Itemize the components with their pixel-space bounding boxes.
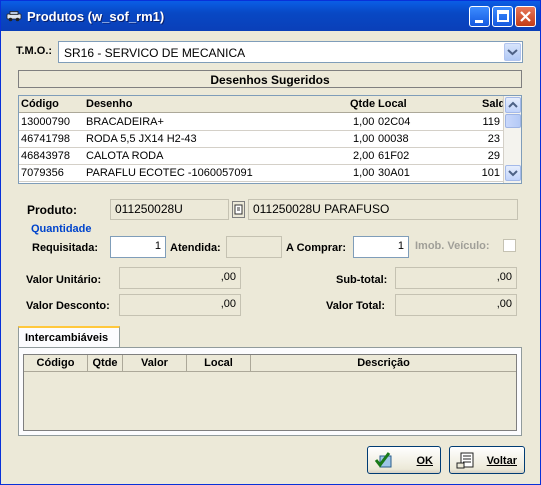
valor-unitario-label: Valor Unitário:	[26, 274, 102, 286]
table-row[interactable]: 13000790 BRACADEIRA+ 1,00 02C04 119	[19, 114, 504, 131]
tmo-label: T.M.O.:	[16, 45, 53, 57]
desenhos-grid[interactable]: Código Desenho Qtde Local Saldo 13000790…	[18, 95, 522, 184]
cell-qtde: 1,00	[353, 167, 375, 179]
valor-total-label: Valor Total:	[326, 300, 386, 312]
cell-qtde: 1,00	[353, 133, 375, 145]
col-descricao[interactable]: Descrição	[251, 357, 516, 369]
tmo-select[interactable]: SR16 - SERVICO DE MECANICA	[58, 41, 523, 63]
cell-desenho: RODA 5,5 JX14 H2-43	[86, 133, 197, 145]
minimize-icon	[475, 20, 483, 23]
voltar-button[interactable]: Voltar	[449, 446, 525, 474]
grid-scrollbar[interactable]	[503, 96, 521, 183]
dropdown-button[interactable]	[504, 43, 521, 61]
imob-veiculo-label: Imob. Veículo:	[415, 240, 490, 252]
scroll-thumb[interactable]	[505, 114, 521, 128]
col-desenho[interactable]: Desenho	[86, 98, 132, 110]
cell-local: 61F02	[378, 150, 410, 162]
cell-codigo: 46741798	[21, 133, 70, 145]
produto-description-field[interactable]: 011250028U PARAFUSO	[248, 199, 518, 220]
cell-desenho: BRACADEIRA+	[86, 116, 164, 128]
ok-button[interactable]: OK	[367, 446, 441, 474]
cell-local: 30A01	[378, 167, 410, 179]
a-comprar-input[interactable]: 1	[353, 236, 409, 258]
requisitada-input[interactable]: 1	[110, 236, 166, 258]
lookup-icon	[234, 204, 243, 215]
cell-desenho: PARAFLU ECOTEC -1060057091	[86, 167, 253, 179]
title-bar[interactable]: Produtos (w_sof_rm1)	[1, 1, 540, 31]
col-qtde[interactable]: Qtde	[350, 98, 375, 110]
valor-unitario-field[interactable]: ,00	[119, 267, 241, 289]
col-codigo[interactable]: Código	[24, 357, 87, 369]
a-comprar-label: A Comprar:	[286, 242, 347, 254]
quantidade-label: Quantidade	[31, 223, 92, 235]
cell-local: 02C04	[378, 116, 411, 128]
col-qtde[interactable]: Qtde	[88, 357, 122, 369]
cell-qtde: 2,00	[353, 150, 375, 162]
cell-codigo: 46843978	[21, 150, 70, 162]
ok-label: OK	[416, 455, 434, 467]
chevron-down-icon	[507, 49, 518, 56]
tmo-value: SR16 - SERVICO DE MECANICA	[64, 46, 246, 60]
requisitada-label: Requisitada:	[32, 242, 99, 254]
cell-qtde: 1,00	[353, 116, 375, 128]
maximize-icon	[497, 10, 509, 22]
subtotal-label: Sub-total:	[336, 274, 388, 286]
col-valor[interactable]: Valor	[123, 357, 186, 369]
grid-header: Código Qtde Valor Local Descrição	[24, 355, 516, 372]
scroll-down-button[interactable]	[505, 165, 521, 181]
intercambiaveis-panel: Código Qtde Valor Local Descrição	[18, 347, 522, 436]
produto-code-field[interactable]: 011250028U	[110, 199, 229, 220]
imob-veiculo-checkbox[interactable]	[503, 239, 516, 252]
grid-header: Código Desenho Qtde Local Saldo	[19, 96, 512, 113]
produto-label: Produto:	[27, 203, 77, 217]
table-row[interactable]: 7079356 PARAFLU ECOTEC -1060057091 1,00 …	[19, 165, 504, 182]
valor-total-field[interactable]: ,00	[395, 294, 517, 316]
close-button[interactable]	[515, 6, 536, 27]
intercambiaveis-grid[interactable]: Código Qtde Valor Local Descrição	[23, 354, 517, 431]
lookup-button[interactable]	[232, 201, 245, 218]
voltar-label: Voltar	[486, 455, 517, 467]
col-local[interactable]: Local	[187, 357, 250, 369]
chevron-down-icon	[508, 170, 518, 177]
cell-desenho: CALOTA RODA	[86, 150, 164, 162]
tab-intercambiaveis[interactable]: Intercambiáveis	[18, 326, 120, 348]
table-row[interactable]: 46843978 CALOTA RODA 2,00 61F02 29	[19, 148, 504, 165]
col-local[interactable]: Local	[378, 98, 407, 110]
col-codigo[interactable]: Código	[21, 98, 59, 110]
chevron-up-icon	[508, 101, 518, 108]
cell-local: 00038	[378, 133, 409, 145]
cell-saldo: 119	[482, 116, 500, 128]
cell-saldo: 101	[481, 167, 500, 179]
cell-saldo: 29	[487, 150, 500, 162]
maximize-button[interactable]	[492, 6, 513, 27]
cell-saldo: 23	[487, 133, 500, 145]
section-title: Desenhos Sugeridos	[18, 70, 522, 88]
table-row[interactable]: 46741798 RODA 5,5 JX14 H2-43 1,00 00038 …	[19, 131, 504, 148]
check-icon	[374, 452, 392, 468]
minimize-button[interactable]	[469, 6, 490, 27]
cell-codigo: 13000790	[21, 116, 70, 128]
valor-desconto-label: Valor Desconto:	[26, 300, 110, 312]
atendida-field[interactable]	[226, 236, 282, 258]
window-title: Produtos (w_sof_rm1)	[27, 9, 165, 24]
valor-desconto-field[interactable]: ,00	[119, 294, 241, 316]
cell-codigo: 7079356	[21, 167, 64, 179]
form-icon	[456, 452, 474, 469]
close-icon	[520, 11, 531, 22]
scroll-up-button[interactable]	[505, 97, 521, 113]
atendida-label: Atendida:	[170, 242, 221, 254]
subtotal-field[interactable]: ,00	[395, 267, 517, 289]
car-icon	[6, 11, 22, 22]
produtos-window: Produtos (w_sof_rm1) T.M.O.: SR16 - SERV…	[0, 0, 541, 485]
